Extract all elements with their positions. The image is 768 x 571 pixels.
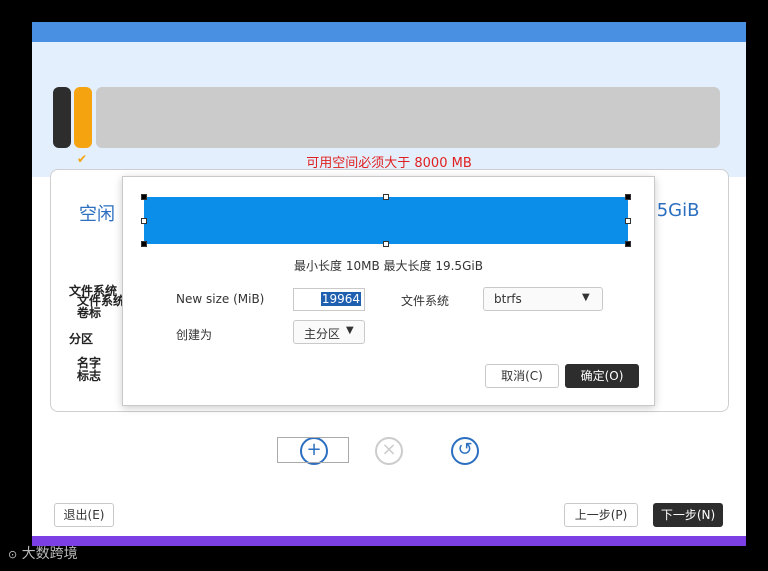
cancel-button[interactable]: 取消(C) (485, 364, 559, 388)
resize-handle-tm[interactable] (383, 194, 389, 200)
partition-segment-2-selected[interactable] (74, 87, 92, 148)
fs-select[interactable]: btrfs ▼ (483, 287, 603, 311)
add-button[interactable] (277, 437, 349, 463)
quit-button[interactable]: 退出(E) (54, 503, 114, 527)
partition-size-bar[interactable] (144, 197, 628, 244)
resize-dialog: 最小长度 10MB 最大长度 19.5GiB New size (MiB) 19… (122, 176, 655, 406)
watermark: ⊙ 大数跨境 (8, 543, 78, 563)
fs-value: btrfs (494, 292, 522, 306)
resize-handle-bm[interactable] (383, 241, 389, 247)
create-as-value: 主分区 (304, 327, 341, 341)
ok-button[interactable]: 确定(O) (565, 364, 639, 388)
create-as-select[interactable]: 主分区 ▼ (293, 320, 365, 344)
chevron-down-icon: ▼ (582, 292, 590, 303)
resize-handle-tl[interactable] (141, 194, 147, 200)
free-label: 空闲 (79, 204, 115, 225)
bottom-bar (32, 536, 746, 546)
resize-handle-tr[interactable] (625, 194, 631, 200)
resize-handle-ml[interactable] (141, 218, 147, 224)
watermark-logo-icon: ⊙ (8, 548, 18, 561)
chevron-down-icon: ▼ (346, 325, 354, 336)
create-as-label: 创建为 (176, 328, 213, 342)
volume-label: 卷标 (77, 306, 102, 320)
size-range-info: 最小长度 10MB 最大长度 19.5GiB (294, 259, 483, 273)
prev-button[interactable]: 上一步(P) (564, 503, 638, 527)
fs-label: 文件系统 (401, 294, 450, 308)
partition-label: 分区 (69, 332, 94, 346)
new-size-label: New size (MiB) (176, 292, 265, 306)
revert-icon[interactable]: ↺ (451, 437, 479, 465)
partition-segment-free[interactable] (96, 87, 720, 148)
resize-handle-br[interactable] (625, 241, 631, 247)
flags-label: 标志 (77, 369, 102, 383)
new-size-input[interactable]: 19964 (293, 288, 365, 311)
next-button[interactable]: 下一步(N) (653, 503, 723, 527)
free-size: .5GiB (651, 200, 700, 221)
resize-handle-mr[interactable] (625, 218, 631, 224)
new-size-value: 19964 (320, 292, 361, 306)
top-bar (32, 22, 746, 42)
installer-window: ✔ 可用空间必须大于 8000 MB 空闲 .5GiB 文件系统 文件系统 卷标… (32, 22, 746, 546)
watermark-text: 大数跨境 (21, 546, 78, 562)
remove-icon[interactable]: × (375, 437, 403, 465)
partition-segment-1[interactable] (53, 87, 71, 148)
resize-handle-bl[interactable] (141, 241, 147, 247)
